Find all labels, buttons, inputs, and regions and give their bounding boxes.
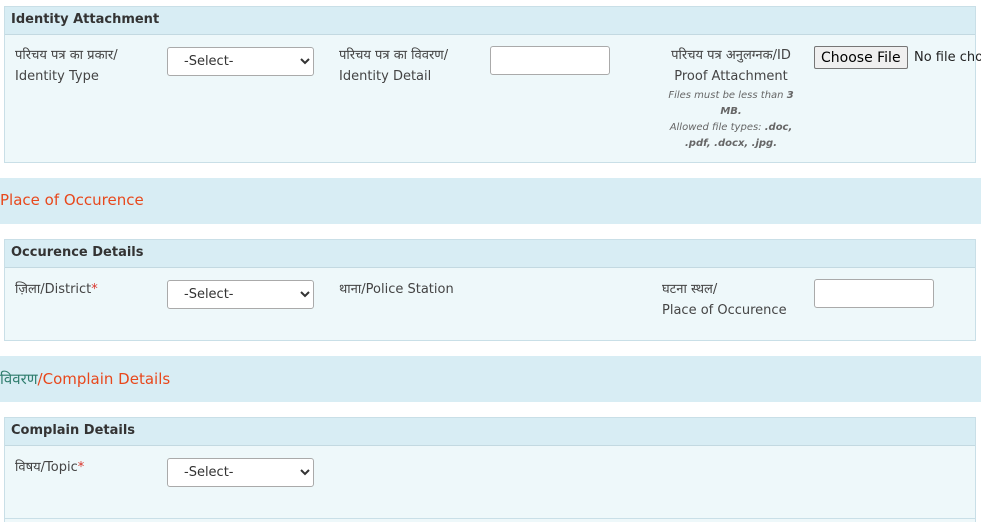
allowed-file-types-note: Allowed file types: .doc, .pdf, .docx, .… <box>669 122 793 149</box>
required-asterisk: * <box>77 460 85 475</box>
complain-details-section-title: विवरण/Complain Details <box>0 370 171 388</box>
identity-type-label: परिचय पत्र का प्रकार/ Identity Type <box>15 48 118 84</box>
complain-details-header: Complain Details <box>5 418 975 446</box>
no-file-chosen-text: No file chosen <box>914 50 981 65</box>
police-station-label: थाना/Police Station <box>339 282 454 297</box>
district-label: ज़िला/District* <box>15 282 98 297</box>
identity-detail-label: परिचय पत्र का विवरण/ Identity Detail <box>339 48 449 84</box>
identity-attachment-header: Identity Attachment <box>5 7 975 35</box>
place-of-occurence-section-bar: Place of Occurence <box>0 178 981 224</box>
complain-details-panel: Complain Details <box>4 417 976 522</box>
complain-details-section-bar: विवरण/Complain Details <box>0 356 981 402</box>
required-asterisk: * <box>91 282 98 297</box>
topic-select[interactable]: -Select- <box>167 458 314 487</box>
district-select[interactable]: -Select- <box>167 280 314 309</box>
panel-divider <box>4 518 976 519</box>
identity-attachment-panel: Identity Attachment <box>4 6 976 163</box>
choose-file-button[interactable]: Choose File <box>814 46 908 69</box>
identity-detail-input[interactable] <box>490 46 610 75</box>
id-proof-attachment-label: परिचय पत्र अनुलग्नक/ID Proof Attachment <box>671 48 791 84</box>
place-of-occurence-label: घटना स्थल/ Place of Occurence <box>662 282 787 318</box>
identity-type-select[interactable]: -Select- <box>167 47 314 76</box>
topic-label: विषय/Topic* <box>15 460 85 475</box>
occurence-details-header: Occurence Details <box>5 240 975 268</box>
file-size-note: Files must be less than 3 MB. <box>668 90 794 117</box>
place-of-occurence-input[interactable] <box>814 279 934 308</box>
place-of-occurence-section-title: Place of Occurence <box>0 191 144 209</box>
